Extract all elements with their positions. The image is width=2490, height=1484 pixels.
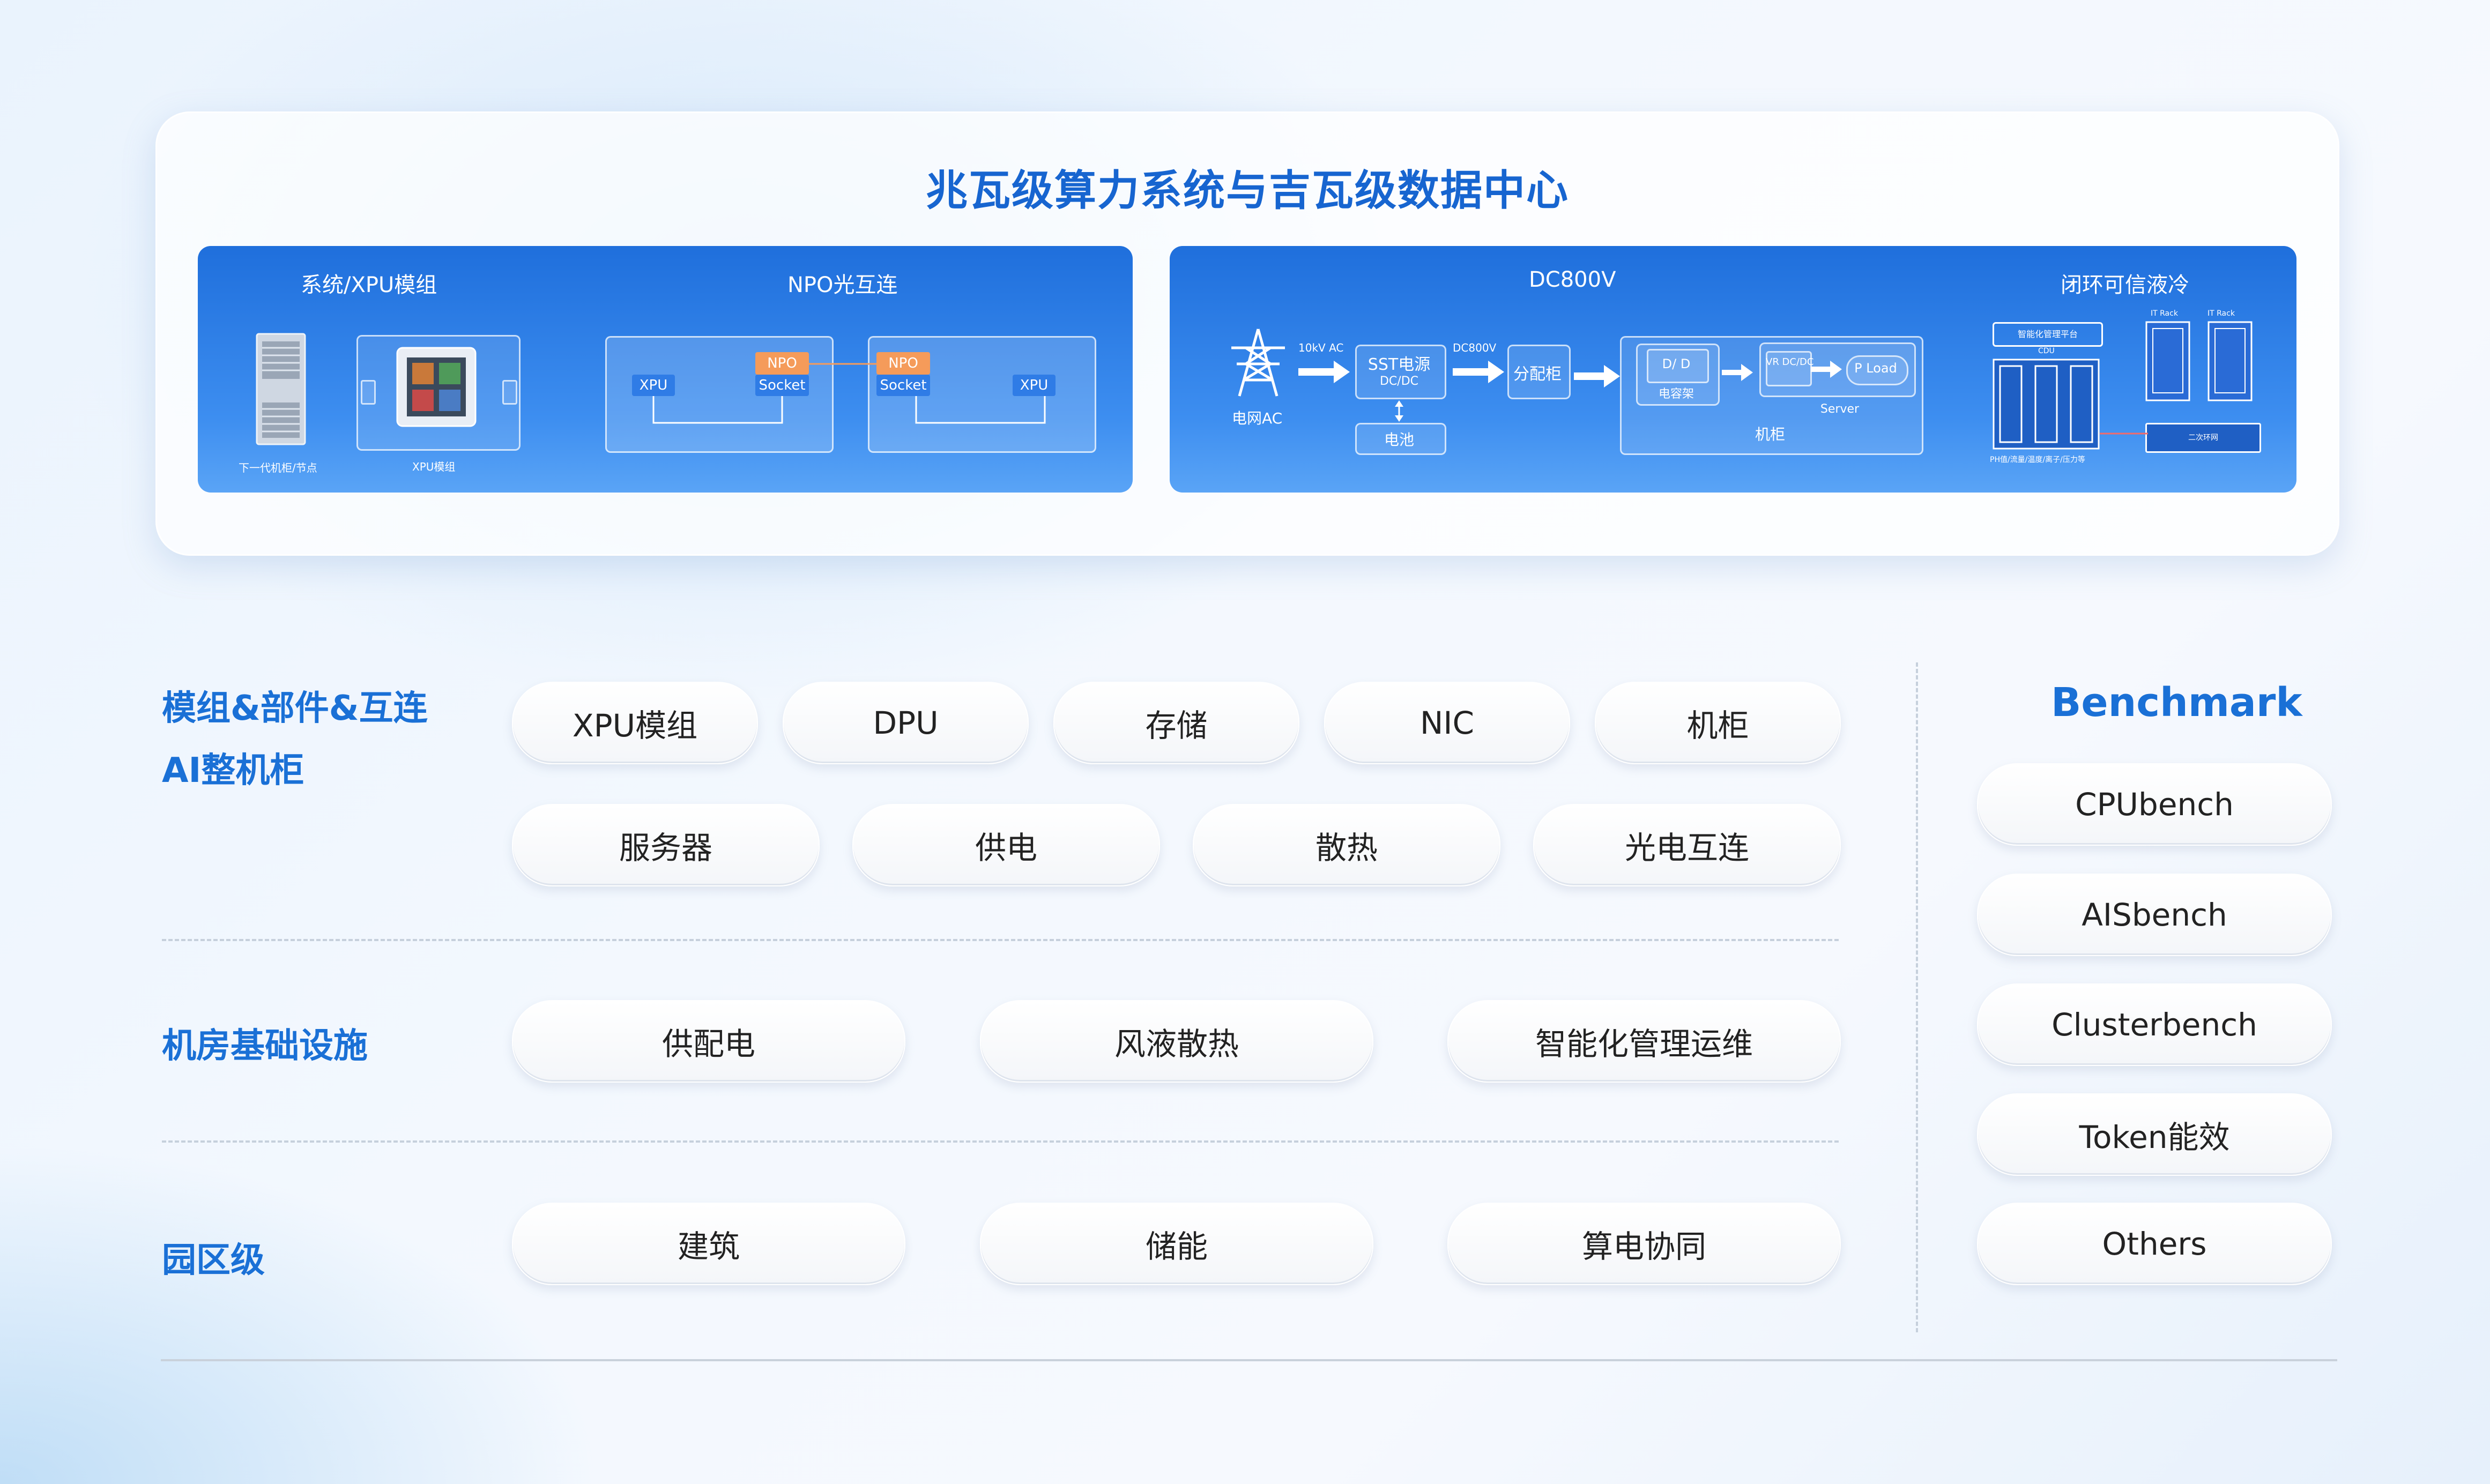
sensor-caption: PH值/流量/温度/离子/压力等 [1990,456,2085,464]
xpu-block-right: XPU [1013,375,1056,396]
vr-label: VR DC/DC [1766,356,1814,368]
pill-building[interactable]: 建筑 [512,1203,905,1285]
module-caption: XPU模组 [412,460,456,473]
optical-link [809,363,879,365]
module-side-tab-left [361,380,376,405]
bidirectional-arrow-icon [1395,400,1403,422]
arrow-right-icon [1811,361,1842,378]
section-label-components: 模组&部件&互连 [162,689,428,728]
dc800v-cooling-panel: DC800V 闭环可信液冷 电网AC 10kV AC SST电源 DC/DC 电… [1170,246,2296,493]
pill-compute-power-synergy[interactable]: 算电协同 [1447,1203,1841,1285]
pill-cpubench[interactable]: CPUbench [1977,763,2332,846]
dc800v-link-label: DC800V [1453,341,1497,354]
p-load-label: P Load [1854,361,1897,376]
it-rack-icon [2145,321,2253,401]
pill-nic[interactable]: NIC [1324,682,1570,764]
cdu-label: CDU [2038,347,2055,355]
benchmark-title: Benchmark [2051,680,2302,726]
module-side-tab-right [502,380,517,405]
page-title: 兆瓦级算力系统与吉瓦级数据中心 [925,167,1569,215]
power-pylon-icon [1231,329,1285,397]
coolant-link [2100,432,2148,435]
socket-block-left: Socket [755,375,809,396]
pill-storage[interactable]: 存储 [1053,682,1299,764]
pill-energy-storage[interactable]: 储能 [980,1203,1373,1285]
cooling-title: 闭环可信液冷 [2061,273,2189,297]
xpu-npo-panel: 系统/XPU模组 NPO光互连 下一代机柜/节点 XPU模组 XPU NPO S… [198,246,1133,493]
arrow-right-icon [1453,361,1504,383]
it-rack-label-1: IT Rack [2151,309,2178,318]
section-label-ai-rack: AI整机柜 [162,751,304,791]
capacitor-label: 电容架 [1658,387,1694,401]
pill-air-liquid-cooling[interactable]: 风液散热 [980,1000,1373,1083]
rack-caption: 下一代机柜/节点 [239,461,317,474]
bottom-divider [161,1359,2337,1361]
system-xpu-title: 系统/XPU模组 [301,273,437,297]
management-platform-block: 智能化管理平台 [1993,322,2103,347]
arrow-right-icon [1574,365,1620,387]
pill-others[interactable]: Others [1977,1203,2332,1285]
pill-power-distribution[interactable]: 供配电 [512,1000,905,1083]
section-divider [162,939,1839,941]
secondary-loop-block: 二次环网 [2145,423,2261,453]
npo-block-left: NPO [755,352,809,375]
socket-block-right: Socket [876,375,930,396]
pill-clusterbench[interactable]: Clusterbench [1977,983,2332,1066]
dd-label: D/ D [1662,356,1691,371]
it-rack-label-2: IT Rack [2207,309,2235,318]
pill-smart-ops[interactable]: 智能化管理运维 [1447,1000,1841,1083]
section-label-facility: 机房基础设施 [162,1026,368,1066]
pill-server[interactable]: 服务器 [512,804,820,886]
arrow-right-icon [1298,361,1350,383]
pill-xpu-module[interactable]: XPU模组 [512,682,758,764]
npo-link-right [915,396,1046,424]
xpu-chip-icon [396,347,477,427]
sst-dcdc-label: DC/DC [1379,375,1418,388]
benchmark-divider [1916,662,1918,1332]
section-divider [162,1140,1839,1143]
pill-cabinet[interactable]: 机柜 [1595,682,1841,764]
npo-link-left [652,396,783,424]
section-label-campus: 园区级 [162,1241,265,1280]
distribution-label: 分配柜 [1513,365,1562,384]
pill-power-supply[interactable]: 供电 [852,804,1160,886]
battery-label: 电池 [1384,431,1414,449]
ac-voltage-label: 10kV AC [1298,341,1344,354]
pill-heat-dissipation[interactable]: 散热 [1193,804,1500,886]
cdu-unit-icon [1993,359,2100,450]
pill-token-efficiency[interactable]: Token能效 [1977,1093,2332,1176]
cabinet-label: 机柜 [1755,426,1785,443]
server-rack-icon [256,333,306,445]
architecture-overview-card: 兆瓦级算力系统与吉瓦级数据中心 系统/XPU模组 NPO光互连 下一代机柜/节点 [155,111,2339,556]
sst-label: SST电源 [1367,355,1431,374]
xpu-block-left: XPU [632,375,675,396]
dc800v-title: DC800V [1529,267,1616,292]
arrow-right-icon [1722,364,1753,381]
pill-optoelectronic-interconnect[interactable]: 光电互连 [1533,804,1841,886]
npo-block-right: NPO [876,352,930,375]
npo-title: NPO光互连 [787,273,898,297]
pill-aisbench[interactable]: AISbench [1977,874,2332,956]
pill-dpu[interactable]: DPU [783,682,1029,764]
grid-ac-label: 电网AC [1232,409,1283,427]
server-label: Server [1820,402,1860,416]
